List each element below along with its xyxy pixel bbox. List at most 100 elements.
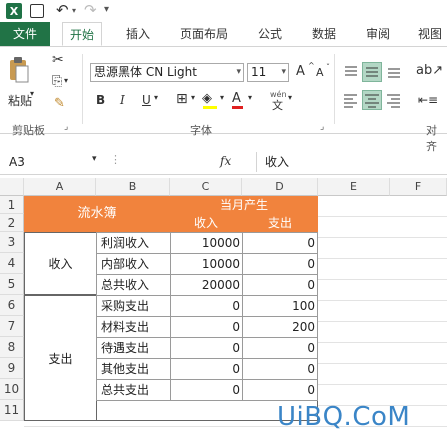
tab-insert[interactable]: 插入 <box>120 22 156 46</box>
row-header-1[interactable]: 1 <box>0 196 24 214</box>
expense-value-cell[interactable]: 0 <box>242 358 318 380</box>
font-size-select[interactable]: 11 ▾ <box>247 63 289 82</box>
font-color-button[interactable]: A <box>232 91 241 106</box>
chevron-down-icon: ▾ <box>236 67 241 77</box>
tab-file[interactable]: 文件 <box>0 22 50 46</box>
row-header-9[interactable]: 9 <box>0 358 24 379</box>
font-color-dropdown-icon[interactable]: ▾ <box>248 93 252 102</box>
group-expense-cell[interactable]: 支出 <box>24 295 97 421</box>
cut-icon[interactable]: ✂ <box>52 52 64 68</box>
expense-column-header[interactable]: 支出 <box>242 214 318 232</box>
name-box[interactable]: A3 <box>6 152 106 172</box>
tab-home[interactable]: 开始 <box>62 22 102 46</box>
save-icon[interactable] <box>30 4 44 18</box>
tab-review[interactable]: 审阅 <box>360 22 396 46</box>
row-header-6[interactable]: 6 <box>0 295 24 316</box>
income-value-cell[interactable]: 20000 <box>170 274 243 296</box>
borders-icon[interactable]: ⊞ <box>176 91 188 107</box>
income-value-cell[interactable]: 0 <box>170 358 243 380</box>
formula-input[interactable]: 收入 <box>256 152 447 172</box>
column-header-f[interactable]: F <box>390 178 447 196</box>
phonetic-dropdown-icon[interactable]: ▾ <box>288 93 292 102</box>
column-header-e[interactable]: E <box>318 178 390 196</box>
paste-icon <box>10 57 29 83</box>
fill-color-icon[interactable]: ◈ <box>202 91 212 106</box>
align-right-icon[interactable] <box>386 92 402 108</box>
item-name-cell[interactable]: 待遇支出 <box>96 337 171 359</box>
grow-font-button[interactable]: A <box>296 64 305 79</box>
column-header-b[interactable]: B <box>96 178 170 196</box>
expense-value-cell[interactable]: 0 <box>242 379 318 401</box>
clipboard-launcher-icon[interactable]: ⌟ <box>64 122 68 132</box>
row-header-2[interactable]: 2 <box>0 214 24 232</box>
customize-quick-access-icon[interactable]: ▾ <box>104 4 109 15</box>
item-name-cell[interactable]: 总共支出 <box>96 379 171 401</box>
item-name-cell[interactable]: 总共收入 <box>96 274 171 296</box>
column-header-d[interactable]: D <box>242 178 318 196</box>
fill-color-dropdown-icon[interactable]: ▾ <box>220 93 224 102</box>
item-name-cell[interactable]: 利润收入 <box>96 232 171 254</box>
income-value-cell[interactable]: 10000 <box>170 232 243 254</box>
font-launcher-icon[interactable]: ⌟ <box>320 122 324 132</box>
income-value-cell[interactable]: 0 <box>170 316 243 338</box>
tab-view[interactable]: 视图 <box>412 22 447 46</box>
row-header-11[interactable]: 11 <box>0 400 24 421</box>
expense-value-cell[interactable]: 100 <box>242 295 318 317</box>
paste-dropdown-icon[interactable]: ▾ <box>30 89 34 98</box>
underline-button[interactable]: U <box>142 93 151 107</box>
redo-icon[interactable]: ↷ <box>84 1 97 19</box>
item-name-cell[interactable]: 内部收入 <box>96 253 171 275</box>
ledger-title-cell[interactable]: 流水簿 <box>24 196 170 232</box>
income-value-cell[interactable]: 0 <box>170 337 243 359</box>
expense-value-cell[interactable]: 200 <box>242 316 318 338</box>
expense-value-cell[interactable]: 0 <box>242 253 318 275</box>
align-top-icon[interactable] <box>343 64 359 80</box>
income-value-cell[interactable]: 0 <box>170 295 243 317</box>
expense-value-cell[interactable]: 0 <box>242 337 318 359</box>
tab-data[interactable]: 数据 <box>306 22 342 46</box>
undo-icon[interactable]: ↶ <box>56 1 69 19</box>
item-name-cell[interactable]: 采购支出 <box>96 295 171 317</box>
name-box-dropdown-icon[interactable]: ▾ <box>92 154 97 164</box>
italic-button[interactable]: I <box>120 93 125 107</box>
tab-formulas[interactable]: 公式 <box>252 22 288 46</box>
phonetic-guide-icon[interactable]: 文 <box>272 97 283 113</box>
current-month-header[interactable]: 当月产生 <box>170 196 318 214</box>
paste-button[interactable] <box>8 56 30 84</box>
column-header-a[interactable]: A <box>24 178 96 196</box>
underline-dropdown-icon[interactable]: ▾ <box>154 93 158 102</box>
row-header-10[interactable]: 10 <box>0 379 24 400</box>
select-all-corner[interactable] <box>0 178 24 196</box>
decrease-indent-icon[interactable]: ⇤≡ <box>418 93 438 107</box>
income-column-header[interactable]: 收入 <box>170 214 242 232</box>
copy-dropdown-icon[interactable]: ▾ <box>64 76 68 85</box>
align-left-icon[interactable] <box>343 92 359 108</box>
borders-dropdown-icon[interactable]: ▾ <box>191 93 195 102</box>
item-name-cell[interactable]: 材料支出 <box>96 316 171 338</box>
income-value-cell[interactable]: 10000 <box>170 253 243 275</box>
item-name-cell[interactable]: 其他支出 <box>96 358 171 380</box>
row-header-3[interactable]: 3 <box>0 232 24 253</box>
orientation-icon[interactable]: ab↗ <box>416 63 443 78</box>
column-header-c[interactable]: C <box>170 178 242 196</box>
expense-value-cell[interactable]: 0 <box>242 274 318 296</box>
row-header-5[interactable]: 5 <box>0 274 24 295</box>
row-header-8[interactable]: 8 <box>0 337 24 358</box>
format-painter-icon[interactable]: ✎ <box>54 96 65 111</box>
font-name-select[interactable]: 思源黑体 CN Light ▾ <box>90 63 244 82</box>
expense-value-cell[interactable]: 0 <box>242 232 318 254</box>
income-value-cell[interactable]: 0 <box>170 379 243 401</box>
row-header-7[interactable]: 7 <box>0 316 24 337</box>
insert-function-button[interactable]: fx <box>220 154 231 168</box>
row-header-4[interactable]: 4 <box>0 253 24 274</box>
align-middle-icon[interactable] <box>362 62 382 82</box>
group-income-cell[interactable]: 收入 <box>24 232 97 295</box>
copy-icon[interactable]: ⎘ <box>52 74 62 89</box>
bold-button[interactable]: B <box>96 93 105 107</box>
align-bottom-icon[interactable] <box>386 64 402 80</box>
shrink-font-button[interactable]: A <box>316 66 324 79</box>
tab-page-layout[interactable]: 页面布局 <box>174 22 234 46</box>
paste-label[interactable]: 粘贴 <box>8 92 32 109</box>
align-center-icon[interactable] <box>362 90 382 110</box>
undo-dropdown-icon[interactable]: ▾ <box>72 6 76 15</box>
